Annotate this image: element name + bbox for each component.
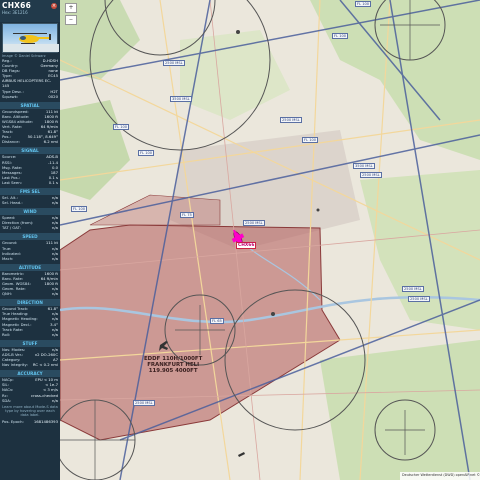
section-altitude: ALTITUDE Barometric: 1600 ft Baro. Rate: 64 … [0, 263, 60, 296]
airport-label-line: 119.905 4000FT [148, 368, 198, 374]
aircraft-photo[interactable] [2, 23, 59, 53]
airspace-label[interactable]: 2500 MSL [360, 172, 382, 178]
section-direction: DIRECTION Ground Track: 61.8° True Heading:… [0, 299, 60, 337]
pos-epoch-label: Pos. Epoch: [2, 418, 24, 424]
data-label[interactable]: Distance: [2, 139, 20, 144]
data-label[interactable]: QNH: [2, 291, 12, 296]
info-footer: Learn more about Mode-S data type by hov… [2, 404, 58, 417]
panel-header: CHX66 Hex: 3E1216 × [0, 0, 60, 22]
hex-code: Hex: 3E1216 [2, 10, 28, 15]
airspace-label[interactable]: 2500 MSL [163, 60, 185, 66]
section-heading: WIND [0, 208, 60, 216]
data-label[interactable]: Roll: [2, 332, 10, 337]
airspace-label[interactable]: 2500 MSL [408, 296, 430, 302]
airspace-label[interactable]: FL 100 [355, 1, 372, 7]
data-label[interactable]: Last Seen: [2, 180, 22, 185]
section-heading: ALTITUDE [0, 263, 60, 271]
section-accuracy: ACCURACY NACp: EPU < 10 m SIL: < 1e-7 NACv: < … [0, 370, 60, 403]
data-value: n/a [51, 331, 58, 337]
airspace-label[interactable]: FL 100 [302, 137, 319, 143]
section-heading: SIGNAL [0, 147, 60, 155]
map-attribution: Deutscher Wetterdienst (DWD) openAIP.net… [400, 472, 480, 480]
map-view[interactable]: FL 100 FL 100 2500 MSL FL 100 3500 MSL 2500 M… [60, 0, 480, 480]
section-heading: ACCURACY [0, 370, 60, 378]
section-speed: SPEED Ground: 111 kt True: n/a Indicated: n/a M… [0, 233, 60, 261]
close-icon[interactable]: × [51, 3, 57, 9]
airspace-label[interactable]: FL 100 [138, 150, 155, 156]
data-row: Roll: n/a [0, 332, 60, 337]
aircraft-details: Reg.: D-HDSH Country: Germany DB Flags: none T… [0, 58, 60, 99]
detail-value: 0020 [48, 93, 58, 99]
data-value: RC < 0.2 nmi [32, 362, 58, 368]
aircraft-info-panel: CHX66 Hex: 3E1216 × Image © Daniel Schwa… [0, 0, 60, 480]
section-fms-sel: FMS SEL Sel. Alt.: n/a Sel. Head.: n/a [0, 187, 60, 205]
pos-epoch-row: Pos. Epoch: 1681486393 [0, 419, 60, 424]
airspace-label[interactable]: 2500 MSL [243, 220, 265, 226]
section-wind: WIND Speed: n/a Direction (from): n/a TAT / O… [0, 208, 60, 230]
section-heading: FMS SEL [0, 187, 60, 195]
data-value: 6.2 nmi [43, 139, 58, 145]
data-value: n/a [51, 255, 58, 261]
data-label[interactable]: Sel. Head.: [2, 200, 23, 205]
data-value: n/a [51, 291, 58, 297]
aircraft-callsign-label[interactable]: CHX66 [236, 242, 257, 249]
airspace-label[interactable]: 2500 MSL [402, 286, 424, 292]
section-signal: SIGNAL Source: ADS-B RSSI: -11.4 Msg. Rate: 0.… [0, 147, 60, 185]
data-label[interactable]: Mach: [2, 256, 13, 261]
pos-epoch-value: 1681486393 [33, 418, 58, 424]
data-row: Nav Integrity: RC < 0.2 nmi [0, 362, 60, 367]
data-row: TAT / OAT: n/a [0, 225, 60, 230]
data-value: 0.1 s [48, 179, 58, 185]
airspace-label[interactable]: 2500 MSL [133, 400, 155, 406]
detail-row: Squawk: 0020 [0, 94, 60, 99]
data-value: n/a [51, 225, 58, 231]
section-stuff: STUFF Nav. Modes: n/a ADS-B Ver.: v2 DO-260C… [0, 339, 60, 367]
airspace-label[interactable]: FL 65 [210, 318, 224, 324]
data-value: n/a [51, 397, 58, 403]
section-heading: SPATIAL [0, 101, 60, 109]
data-label[interactable]: Nav Integrity: [2, 362, 28, 367]
airspace-label[interactable]: 3500 MSL [353, 163, 375, 169]
section-heading: STUFF [0, 339, 60, 347]
detail-label: Squawk: [2, 93, 19, 99]
airspace-label[interactable]: 3500 MSL [170, 96, 192, 102]
app-root: CHX66 Hex: 3E1216 × Image © Daniel Schwa… [0, 0, 480, 480]
section-heading: SPEED [0, 233, 60, 241]
detail-value: AIRBUS HELICOPTERS EC-145 [2, 78, 52, 89]
data-row: Distance: 6.2 nmi [0, 139, 60, 144]
map-canvas[interactable] [60, 0, 480, 480]
data-row: Mach: n/a [0, 256, 60, 261]
detail-row: AIRBUS HELICOPTERS EC-145 [0, 78, 60, 88]
airspace-label[interactable]: 2500 MSL [280, 117, 302, 123]
zoom-out-button[interactable]: − [65, 15, 77, 25]
data-label[interactable]: TAT / OAT: [2, 225, 21, 230]
helicopter-image [3, 33, 59, 52]
data-label[interactable]: SDA: [2, 398, 11, 403]
airspace-label[interactable]: FL 100 [71, 206, 88, 212]
airspace-label[interactable]: FL 75 [180, 212, 194, 218]
zoom-in-button[interactable]: + [65, 3, 77, 13]
airspace-label[interactable]: FL 100 [332, 33, 349, 39]
data-row: QNH: n/a [0, 291, 60, 296]
callsign: CHX66 [2, 1, 32, 10]
section-spatial: SPATIAL Groundspeed: 111 kt Baro. Altitude:… [0, 101, 60, 145]
data-row: Last Seen: 0.1 s [0, 180, 60, 185]
section-heading: DIRECTION [0, 299, 60, 307]
airspace-label[interactable]: FL 100 [113, 124, 130, 130]
airport-label: EDDF 110H/1000FT FRANKFURT HELI 119.905 … [144, 356, 202, 374]
data-sections: SPATIAL Groundspeed: 111 kt Baro. Altitude:… [0, 101, 60, 403]
data-row: Sel. Head.: n/a [0, 200, 60, 205]
data-value: n/a [51, 200, 58, 206]
